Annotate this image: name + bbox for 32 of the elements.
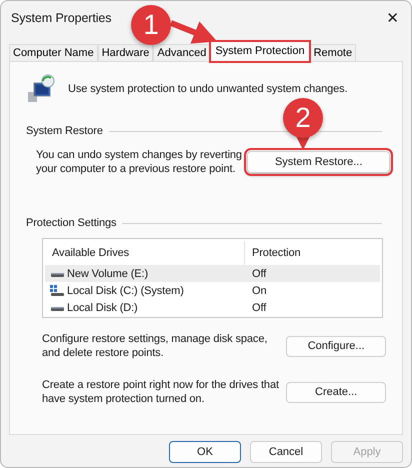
tab[interactable]: System Protection (210, 41, 310, 62)
tab[interactable]: Advanced (153, 44, 210, 61)
computer-restore-icon (26, 74, 56, 104)
system-restore-button[interactable]: System Restore... (247, 151, 390, 173)
dialog-button[interactable]: Cancel (250, 441, 322, 463)
system-drive-icon (50, 284, 64, 296)
drive-row[interactable]: New Volume (E:) Off (45, 265, 380, 282)
drive-name: Local Disk (D:) (67, 302, 138, 314)
drive-name: Local Disk (C:) (System) (67, 284, 184, 296)
protection-status: On (251, 284, 268, 296)
tab[interactable]: Computer Name (9, 44, 98, 61)
action-description: Create a restore point right now for the drives that have system protection turned on. (42, 378, 280, 406)
group-heading: Protection Settings (26, 216, 116, 230)
tab[interactable]: Remote (310, 44, 356, 61)
window-title: System Properties (11, 11, 112, 25)
drive-name: New Volume (E:) (67, 268, 148, 280)
action-button[interactable]: Configure... (286, 336, 386, 356)
tab[interactable]: Hardware (98, 44, 154, 61)
column-header[interactable]: Protection (245, 241, 380, 265)
description-text: You can undo system changes by reverting your computer to a previous restore point. (36, 148, 243, 176)
dialog-button[interactable]: OK (169, 441, 241, 463)
action-button[interactable]: Create... (286, 382, 386, 402)
protection-status: Off (251, 302, 268, 314)
drive-row[interactable]: Local Disk (D:) Off (45, 299, 380, 316)
group-heading: System Restore (26, 124, 103, 138)
protection-status: Off (251, 268, 268, 280)
step-number-marker: 1 (131, 5, 171, 45)
annotation-arrow (170, 20, 218, 44)
action-description: Configure restore settings, manage disk space, and delete restore points. (42, 332, 268, 360)
close-button[interactable]: ✕ (386, 9, 399, 27)
intro-text: Use system protection to undo unwanted system changes. (68, 82, 348, 96)
drive-row[interactable]: Local Disk (C:) (System) On (45, 282, 380, 299)
